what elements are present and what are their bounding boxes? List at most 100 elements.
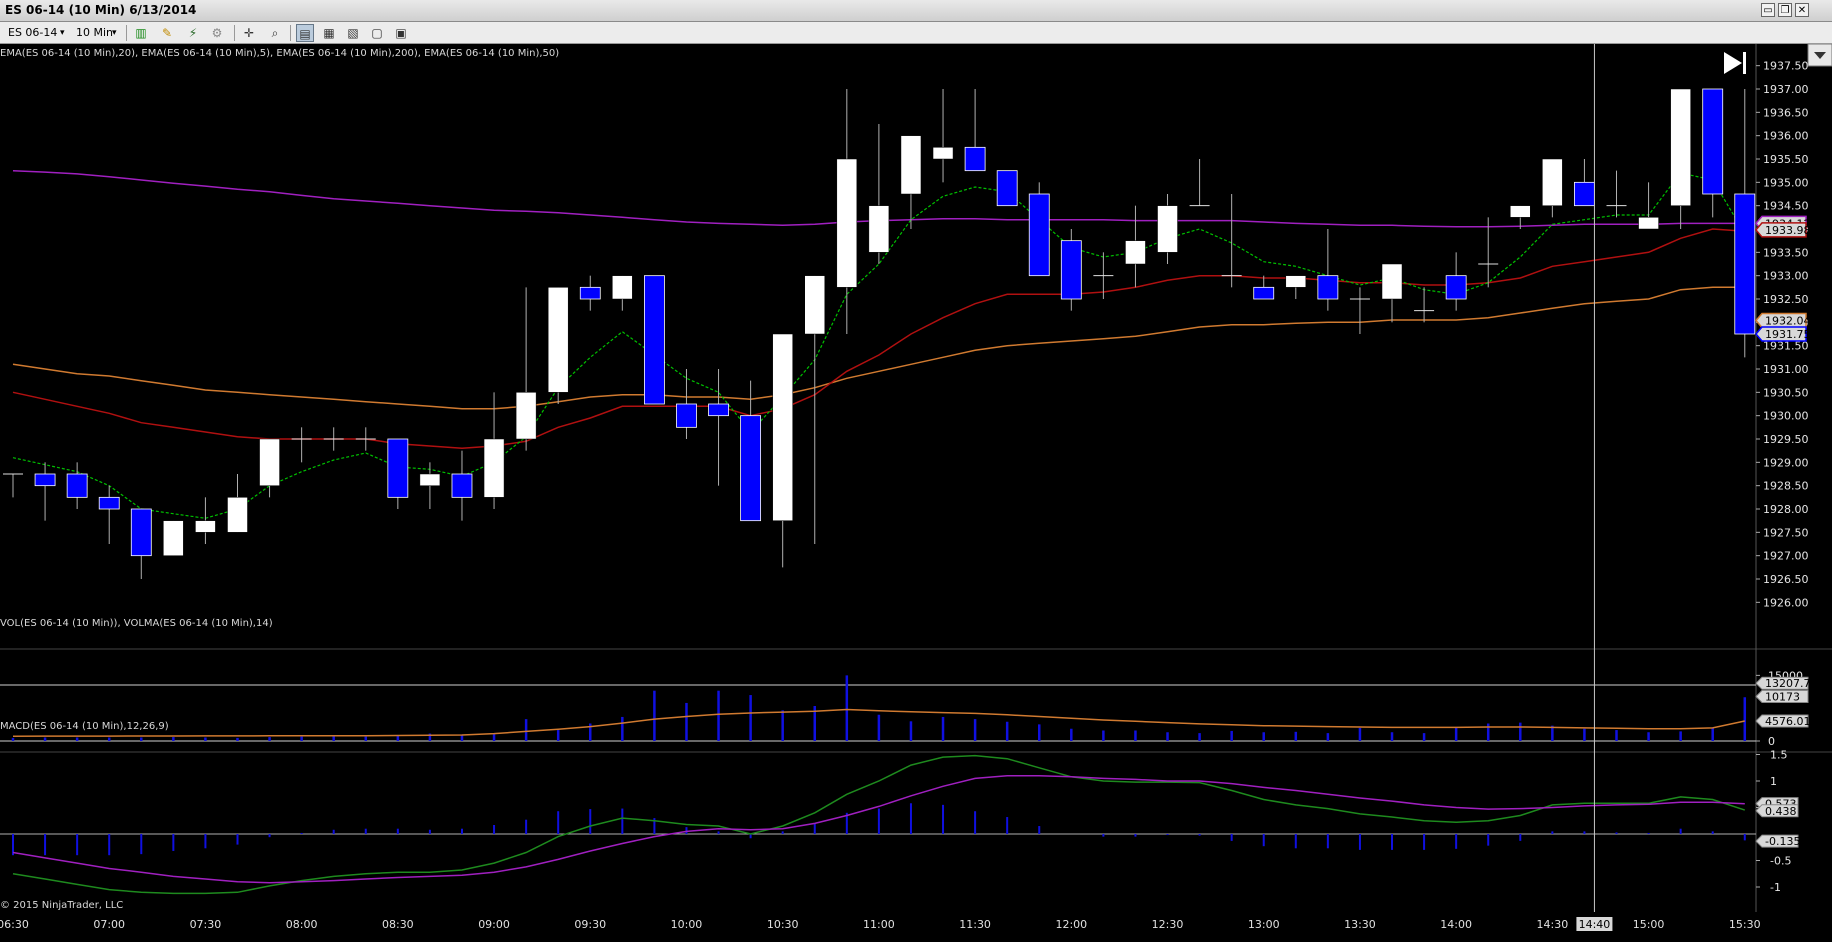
time-tick-label: 11:00: [863, 918, 895, 931]
time-tick-label: 15:30: [1729, 918, 1761, 931]
time-tick-label: 12:00: [1055, 918, 1087, 931]
time-tick-label: 10:30: [767, 918, 799, 931]
time-tick-label: 15:00: [1633, 918, 1665, 931]
scroll-down-icon[interactable]: [1807, 44, 1832, 67]
candle-up: [259, 438, 280, 486]
macd-tick-label: -1: [1770, 881, 1781, 894]
candle-down: [1702, 88, 1724, 195]
macd-tick-label: 1.5: [1770, 749, 1788, 762]
macd-tag-label: 0.438: [1765, 805, 1797, 818]
candle-up: [836, 158, 858, 288]
time-tick-label: 13:00: [1248, 918, 1280, 931]
candle-up: [1670, 88, 1691, 206]
chart-canvas[interactable]: 1937.50 1937.00 1936.50 1936.00 1935.50 1935.…: [0, 44, 1832, 942]
candle-down: [451, 473, 473, 498]
candle-down: [644, 275, 665, 405]
price-tag-label: 1931.75: [1765, 328, 1811, 341]
candle-down: [1734, 193, 1756, 335]
price-tag-label: 1932.04: [1765, 314, 1811, 327]
volume-tag-label: 10173: [1765, 690, 1800, 703]
candle-up: [483, 438, 505, 498]
price-tick-label: 1928.00: [1763, 503, 1809, 516]
candle-up: [1381, 263, 1403, 300]
chart-trader-icon[interactable]: ▦: [320, 24, 338, 42]
chevron-down-icon[interactable]: ▾: [60, 25, 65, 41]
toolbar-separator: [234, 25, 235, 41]
crosshair-icon[interactable]: ✛: [240, 24, 258, 42]
candle-up: [195, 520, 216, 533]
volume-tag-label: 4576.01: [1765, 715, 1811, 728]
price-tick-label: 1926.50: [1763, 573, 1809, 586]
candle-up: [547, 287, 569, 393]
price-panel: [3, 88, 1756, 579]
macd-panel: [12, 754, 1746, 895]
chevron-down-icon[interactable]: ▾: [112, 25, 117, 41]
crosshair-time-label: 14:40: [1579, 918, 1611, 931]
price-tick-label: 1929.00: [1763, 456, 1809, 469]
time-tick-label: 09:30: [574, 918, 606, 931]
macd-panel-title: MACD(ES 06-14 (10 Min),12,26,9): [0, 721, 169, 732]
price-tick-label: 1935.50: [1763, 153, 1809, 166]
zoom-icon[interactable]: ⌕: [266, 24, 284, 42]
chart-toolbar: ES 06-14 ▾ 10 Min ▾ ▥ ✎ ⚡ ⚙ ✛ ⌕ ▤ ▦ ▧ ▢ …: [0, 22, 1832, 44]
chart-area[interactable]: 1937.50 1937.00 1936.50 1936.00 1935.50 1935.…: [0, 44, 1832, 942]
time-tick-label: 13:30: [1344, 918, 1376, 931]
time-tick-label: 14:00: [1440, 918, 1472, 931]
candle-down: [1445, 275, 1467, 300]
restore-button[interactable]: ❐: [1778, 3, 1792, 17]
candle-down: [676, 403, 697, 428]
candle-up: [227, 497, 248, 533]
window-titlebar: ES 06-14 (10 Min) 6/13/2014 ▭ ❐ ✕: [0, 0, 1832, 22]
draw-pen-icon[interactable]: ✎: [158, 24, 176, 42]
candle-down: [579, 286, 601, 300]
instrument-selector[interactable]: ES 06-14: [8, 25, 57, 41]
candle-down: [387, 438, 409, 498]
macd-tag-label: -0.135: [1765, 835, 1800, 848]
candle-up: [1285, 275, 1307, 288]
minimize-button[interactable]: ▭: [1761, 3, 1775, 17]
volume-tick-label: 0: [1768, 735, 1775, 748]
close-button[interactable]: ✕: [1795, 3, 1809, 17]
volume-tag-label: 13207.78: [1765, 677, 1818, 690]
bar-type-icon[interactable]: ▥: [132, 24, 150, 42]
time-tick-label: 12:30: [1152, 918, 1184, 931]
indicators-icon[interactable]: ⚡: [184, 24, 202, 42]
time-tick-label: 08:30: [382, 918, 414, 931]
time-tick-label: 08:00: [286, 918, 318, 931]
data-box-icon[interactable]: ▤: [296, 24, 314, 42]
price-tick-label: 1928.50: [1763, 480, 1809, 493]
candle-up: [1510, 205, 1531, 218]
layout-icon[interactable]: ▣: [392, 24, 410, 42]
price-tick-label: 1936.50: [1763, 106, 1809, 119]
candle-down: [996, 170, 1018, 207]
interval-selector[interactable]: 10 Min: [76, 25, 113, 41]
candle-down: [98, 496, 120, 510]
candle-down: [34, 473, 56, 487]
candle-up: [515, 392, 537, 440]
time-tick-label: 09:00: [478, 918, 510, 931]
candle-down: [1028, 193, 1050, 277]
candle-up: [868, 205, 890, 253]
price-tick-label: 1934.50: [1763, 200, 1809, 213]
candle-down: [1253, 286, 1275, 300]
price-tick-label: 1930.00: [1763, 410, 1809, 423]
print-icon[interactable]: ▢: [368, 24, 386, 42]
strategies-icon[interactable]: ⚙: [208, 24, 226, 42]
price-tick-label: 1937.50: [1763, 60, 1809, 73]
price-tick-label: 1929.50: [1763, 433, 1809, 446]
properties-icon[interactable]: ▧: [344, 24, 362, 42]
skip-to-end-icon[interactable]: [1724, 52, 1746, 74]
price-tick-label: 1927.00: [1763, 550, 1809, 563]
ema-50-line: [12, 286, 1745, 410]
macd-tick-label: 1: [1770, 775, 1777, 788]
candle-up: [163, 520, 184, 556]
time-tick-label: 10:00: [671, 918, 703, 931]
candle-down: [1574, 181, 1595, 207]
candle-up: [1542, 158, 1563, 206]
candle-up: [900, 135, 922, 195]
toolbar-separator: [126, 25, 127, 41]
price-tick-label: 1926.00: [1763, 596, 1809, 609]
price-tick-label: 1936.00: [1763, 130, 1809, 143]
macd-tick-label: -0.5: [1770, 855, 1791, 868]
price-tick-label: 1933.00: [1763, 270, 1809, 283]
